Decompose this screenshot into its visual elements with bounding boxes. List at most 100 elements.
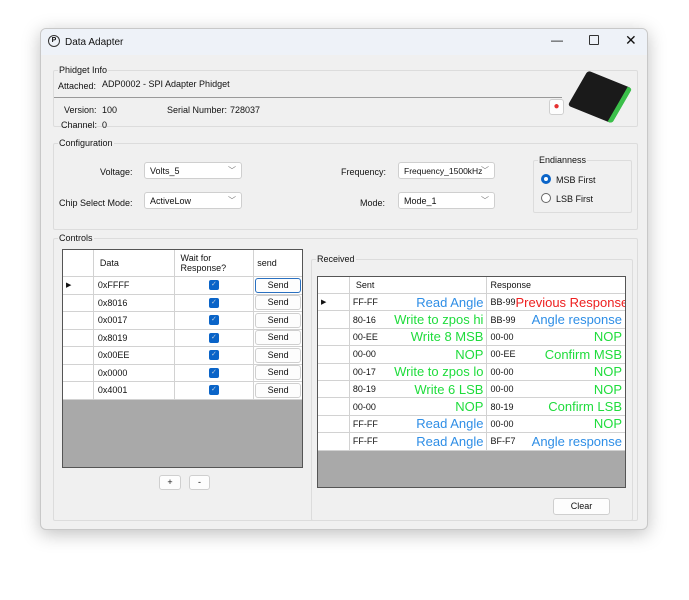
wait-checkbox-cell[interactable]: ✓ xyxy=(175,382,255,399)
response-note: Previous Response xyxy=(515,294,625,310)
send-button[interactable]: Send xyxy=(255,365,301,381)
table-row[interactable]: 0x8016 ✓ Send xyxy=(63,294,302,312)
wait-checkbox-cell[interactable]: ✓ xyxy=(175,329,255,346)
sent-cell[interactable]: 80-16 Write to zpos hi xyxy=(350,311,488,328)
msb-first-radio[interactable] xyxy=(541,174,551,184)
current-row-arrow-icon: ▶ xyxy=(66,282,72,290)
table-row[interactable]: 0x0017 ✓ Send xyxy=(63,312,302,330)
data-cell[interactable]: 0x8016 xyxy=(94,294,175,311)
row-selector[interactable] xyxy=(318,381,350,398)
wait-for-response-checkbox[interactable]: ✓ xyxy=(208,297,219,308)
table-row[interactable]: ▶ 0xFFFF ✓ Send xyxy=(63,277,302,295)
wait-checkbox-cell[interactable]: ✓ xyxy=(175,347,255,364)
row-selector[interactable] xyxy=(63,329,94,346)
sent-cell[interactable]: 80-19 Write 6 LSB xyxy=(350,381,488,398)
sent-cell[interactable]: 00-00 NOP xyxy=(350,398,488,415)
table-row[interactable]: 80-19 Write 6 LSB 00-00 NOP xyxy=(318,381,625,399)
column-header-response[interactable]: Response xyxy=(487,277,625,293)
table-row[interactable]: 0x4001 ✓ Send xyxy=(63,382,302,400)
wait-checkbox-cell[interactable]: ✓ xyxy=(175,277,255,294)
table-row[interactable]: 00-17 Write to zpos lo 00-00 NOP xyxy=(318,363,625,381)
response-cell[interactable]: 00-EE Confirm MSB xyxy=(487,346,625,362)
response-cell[interactable]: 00-00 NOP xyxy=(487,364,625,380)
row-selector[interactable]: ▶ xyxy=(318,294,350,311)
row-selector[interactable] xyxy=(63,347,94,364)
data-cell[interactable]: 0xFFFF xyxy=(94,277,175,294)
table-row[interactable]: 0x00EE ✓ Send xyxy=(63,347,302,365)
lsb-first-radio[interactable] xyxy=(541,193,551,203)
data-cell[interactable]: 0x8019 xyxy=(94,329,175,346)
row-selector[interactable] xyxy=(63,382,94,399)
send-button[interactable]: Send xyxy=(255,312,301,328)
data-cell[interactable]: 0x4001 xyxy=(94,382,175,399)
row-selector[interactable] xyxy=(63,312,94,329)
wait-checkbox-cell[interactable]: ✓ xyxy=(175,294,255,311)
wait-for-response-checkbox[interactable]: ✓ xyxy=(208,367,219,378)
data-cell[interactable]: 0x0000 xyxy=(94,364,175,381)
send-button[interactable]: Send xyxy=(255,330,301,346)
table-row[interactable]: 80-16 Write to zpos hi BB-99 Angle respons… xyxy=(318,311,625,329)
column-header-wait[interactable]: Wait for Response? xyxy=(175,250,255,276)
close-button[interactable]: ✕ xyxy=(625,32,637,49)
table-row[interactable]: 00-00 NOP 80-19 Confirm LSB xyxy=(318,398,625,416)
row-selector[interactable] xyxy=(318,415,350,433)
table-row[interactable]: 0x0000 ✓ Send xyxy=(63,364,302,382)
wait-for-response-checkbox[interactable]: ✓ xyxy=(208,332,219,343)
add-row-button[interactable]: + xyxy=(159,475,181,490)
row-selector[interactable] xyxy=(318,311,350,328)
sent-value: 00-00 xyxy=(352,349,376,360)
table-row[interactable]: 00-00 NOP 00-EE Confirm MSB xyxy=(318,346,625,364)
column-header-sent[interactable]: Sent xyxy=(350,277,488,293)
chip-select-mode-select[interactable]: ActiveLow ﹀ xyxy=(144,192,242,209)
mode-select[interactable]: Mode_1 ﹀ xyxy=(398,192,495,209)
data-cell[interactable]: 0x0017 xyxy=(94,312,175,329)
clear-button[interactable]: Clear xyxy=(553,498,610,515)
send-button[interactable]: Send xyxy=(255,382,301,398)
send-button[interactable]: Send xyxy=(255,347,301,363)
response-cell[interactable]: 00-00 NOP xyxy=(487,416,625,432)
wait-for-response-checkbox[interactable]: ✓ xyxy=(208,280,219,291)
frequency-select[interactable]: Frequency_1500kHz ﹀ xyxy=(398,162,495,179)
wait-checkbox-cell[interactable]: ✓ xyxy=(175,312,255,329)
response-cell[interactable]: 80-19 Confirm LSB xyxy=(487,398,625,414)
row-selector[interactable] xyxy=(63,364,94,381)
voltage-select[interactable]: Volts_5 ﹀ xyxy=(144,162,242,179)
wait-for-response-checkbox[interactable]: ✓ xyxy=(208,350,219,361)
sent-cell[interactable]: FF-FF Read Angle xyxy=(350,294,488,311)
response-cell[interactable]: BB-99 Previous Response xyxy=(487,294,625,310)
column-header-send[interactable]: send xyxy=(254,250,302,276)
row-selector[interactable] xyxy=(318,363,350,380)
maximize-button[interactable] xyxy=(589,35,599,45)
location-pin-icon[interactable]: ● xyxy=(549,99,564,115)
response-cell[interactable]: 00-00 NOP xyxy=(487,381,625,397)
sent-cell[interactable]: FF-FF Read Angle xyxy=(350,433,488,450)
table-row[interactable]: 0x8019 ✓ Send xyxy=(63,329,302,347)
row-selector[interactable] xyxy=(63,294,94,311)
minimize-button[interactable]: — xyxy=(551,33,563,47)
response-cell[interactable]: 00-00 NOP xyxy=(487,329,625,345)
row-selector[interactable] xyxy=(318,433,350,450)
row-selector[interactable] xyxy=(318,346,350,363)
response-cell[interactable]: BF-F7 Angle response xyxy=(487,433,625,449)
row-selector[interactable]: ▶ xyxy=(63,277,94,294)
table-row[interactable]: FF-FF Read Angle BF-F7 Angle response xyxy=(318,433,625,451)
table-row[interactable]: 00-EE Write 8 MSB 00-00 NOP xyxy=(318,328,625,347)
send-button[interactable]: Send xyxy=(255,277,301,293)
sent-cell[interactable]: 00-17 Write to zpos lo xyxy=(350,363,488,380)
wait-for-response-checkbox[interactable]: ✓ xyxy=(208,385,219,396)
response-cell[interactable]: BB-99 Angle response xyxy=(487,311,625,327)
row-selector[interactable] xyxy=(318,328,350,346)
data-cell[interactable]: 0x00EE xyxy=(94,347,175,364)
table-row[interactable]: ▶ FF-FF Read Angle BB-99 Previous Response xyxy=(318,294,625,312)
wait-checkbox-cell[interactable]: ✓ xyxy=(175,364,255,381)
sent-cell[interactable]: FF-FF Read Angle xyxy=(350,415,488,433)
wait-for-response-checkbox[interactable]: ✓ xyxy=(208,315,219,326)
row-selector[interactable] xyxy=(318,398,350,415)
remove-row-button[interactable]: - xyxy=(189,475,210,490)
sent-cell[interactable]: 00-EE Write 8 MSB xyxy=(350,328,488,346)
send-button[interactable]: Send xyxy=(255,295,301,311)
sent-cell[interactable]: 00-00 NOP xyxy=(350,346,488,363)
column-header-data[interactable]: Data xyxy=(94,250,175,276)
table-row[interactable]: FF-FF Read Angle 00-00 NOP xyxy=(318,415,625,434)
grid-header: Data Wait for Response? send xyxy=(63,250,302,277)
